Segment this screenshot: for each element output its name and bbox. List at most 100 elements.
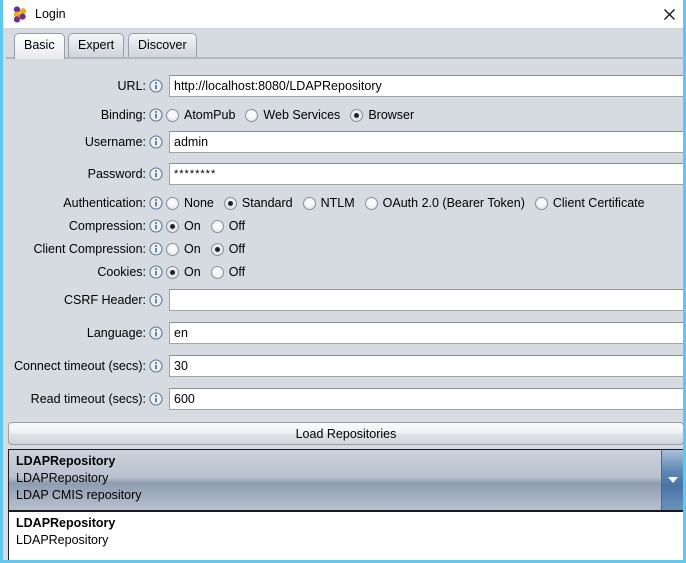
read-timeout-row: Read timeout (secs):: [6, 388, 683, 410]
info-icon[interactable]: [149, 219, 163, 233]
connect-timeout-label: Connect timeout (secs):: [14, 359, 146, 373]
radio-binding-browser[interactable]: Browser: [350, 104, 414, 126]
info-icon[interactable]: [149, 167, 163, 181]
username-input[interactable]: [169, 131, 683, 153]
radio-auth-standard-label: Standard: [241, 195, 293, 210]
compression-label: Compression:: [68, 219, 146, 233]
tab-discover-label: Discover: [138, 38, 187, 52]
radio-cookies-on-label: On: [184, 264, 201, 279]
csrf-header-label-wrap: CSRF Header:: [6, 289, 146, 311]
url-row: URL:: [6, 75, 683, 97]
close-button[interactable]: [649, 0, 683, 28]
radio-dot-icon: [302, 196, 316, 210]
repository-option-id: LDAPRepository: [16, 533, 109, 547]
radio-dot-icon: [210, 265, 224, 279]
radio-auth-client-certificate[interactable]: Client Certificate: [534, 192, 645, 214]
cookies-row: Cookies: On Off: [6, 261, 683, 283]
username-label-wrap: Username:: [6, 131, 146, 153]
radio-binding-web-services[interactable]: Web Services: [245, 104, 340, 126]
radio-compression-on[interactable]: On: [166, 215, 201, 237]
binding-row: Binding: AtomPub Web Services Browser: [6, 104, 683, 126]
radio-auth-ntlm[interactable]: NTLM: [302, 192, 355, 214]
tab-discover[interactable]: Discover: [128, 33, 197, 58]
radio-dot-icon: [166, 219, 179, 233]
repository-combobox-value: LDAPRepository LDAPRepository LDAP CMIS …: [16, 453, 636, 504]
radio-client-compression-off[interactable]: Off: [210, 238, 246, 260]
repository-description: LDAP CMIS repository: [16, 488, 142, 502]
repository-id: LDAPRepository: [16, 471, 109, 485]
radio-binding-atompub[interactable]: AtomPub: [166, 104, 235, 126]
tab-expert-label: Expert: [78, 38, 115, 52]
radio-dot-icon: [350, 108, 364, 122]
info-icon[interactable]: [149, 79, 163, 93]
info-icon[interactable]: [149, 359, 163, 373]
binding-label: Binding:: [100, 108, 146, 122]
radio-dot-icon: [166, 196, 179, 210]
load-repositories-button[interactable]: Load Repositories: [8, 422, 683, 445]
csrf-header-input[interactable]: [169, 289, 683, 311]
csrf-header-row: CSRF Header:: [6, 289, 683, 311]
basic-tab-panel: URL: Binding:: [6, 59, 683, 560]
radio-client-compression-off-label: Off: [228, 241, 246, 256]
cookies-label: Cookies:: [97, 265, 146, 279]
radio-auth-client-certificate-label: Client Certificate: [552, 195, 645, 210]
radio-auth-standard[interactable]: Standard: [223, 192, 293, 214]
radio-dot-icon: [534, 196, 548, 210]
cookies-label-wrap: Cookies:: [6, 261, 146, 283]
radio-cookies-on[interactable]: On: [166, 261, 201, 283]
radio-cookies-off[interactable]: Off: [210, 261, 245, 283]
authentication-radio-group: None Standard NTLM OAuth 2.0 (Bearer Tok…: [166, 192, 655, 214]
chevron-down-icon[interactable]: [661, 450, 683, 510]
radio-auth-oauth2-label: OAuth 2.0 (Bearer Token): [382, 195, 525, 210]
info-icon[interactable]: [149, 135, 163, 149]
authentication-row: Authentication: None Standard NTLM OAuth…: [6, 192, 683, 214]
info-icon[interactable]: [149, 392, 163, 406]
radio-auth-none[interactable]: None: [166, 192, 214, 214]
radio-dot-icon: [166, 265, 179, 279]
language-input[interactable]: [169, 322, 683, 344]
cmis-workbench-icon: [12, 6, 29, 23]
password-label-wrap: Password:: [6, 163, 146, 185]
repository-dropdown-list[interactable]: LDAPRepository LDAPRepository: [8, 511, 683, 560]
compression-radio-group: On Off: [166, 215, 255, 237]
tab-expert[interactable]: Expert: [68, 33, 125, 58]
client-compression-row: Client Compression: On Off: [6, 238, 683, 260]
info-icon[interactable]: [149, 326, 163, 340]
connect-timeout-input[interactable]: [169, 355, 683, 377]
list-item[interactable]: LDAPRepository LDAPRepository: [9, 512, 683, 549]
info-icon[interactable]: [149, 108, 163, 122]
repository-option-name: LDAPRepository: [16, 516, 116, 530]
radio-dot-icon: [210, 219, 224, 233]
authentication-label-wrap: Authentication:: [6, 192, 146, 214]
info-icon[interactable]: [149, 242, 163, 256]
radio-auth-oauth2[interactable]: OAuth 2.0 (Bearer Token): [364, 192, 525, 214]
radio-client-compression-on-label: On: [184, 241, 201, 256]
radio-compression-off[interactable]: Off: [210, 215, 245, 237]
binding-label-wrap: Binding:: [6, 104, 146, 126]
tab-basic-label: Basic: [24, 38, 55, 52]
repository-name: LDAPRepository: [16, 454, 116, 468]
info-icon[interactable]: [149, 196, 163, 210]
authentication-label: Authentication:: [63, 196, 146, 210]
radio-compression-on-label: On: [184, 218, 201, 233]
compression-row: Compression: On Off: [6, 215, 683, 237]
radio-client-compression-on[interactable]: On: [166, 238, 201, 260]
info-icon[interactable]: [149, 293, 163, 307]
connect-timeout-label-wrap: Connect timeout (secs):: [6, 355, 146, 377]
repository-combobox[interactable]: LDAPRepository LDAPRepository LDAP CMIS …: [8, 449, 683, 511]
url-input[interactable]: [169, 75, 683, 97]
radio-dot-icon: [223, 196, 237, 210]
info-icon[interactable]: [149, 265, 163, 279]
language-label: Language:: [86, 326, 146, 340]
language-label-wrap: Language:: [6, 322, 146, 344]
login-dialog: Login Basic Expert Discover URL: http://…: [0, 0, 686, 563]
read-timeout-input[interactable]: [169, 388, 683, 410]
url-label: URL:: [117, 79, 146, 93]
tab-basic[interactable]: Basic: [14, 33, 65, 59]
client-compression-label: Client Compression:: [33, 242, 146, 256]
radio-dot-icon: [166, 242, 179, 256]
radio-binding-atompub-label: AtomPub: [184, 107, 236, 122]
window-title: Login: [35, 7, 66, 21]
password-input[interactable]: [169, 163, 683, 185]
read-timeout-label-wrap: Read timeout (secs):: [6, 388, 146, 410]
